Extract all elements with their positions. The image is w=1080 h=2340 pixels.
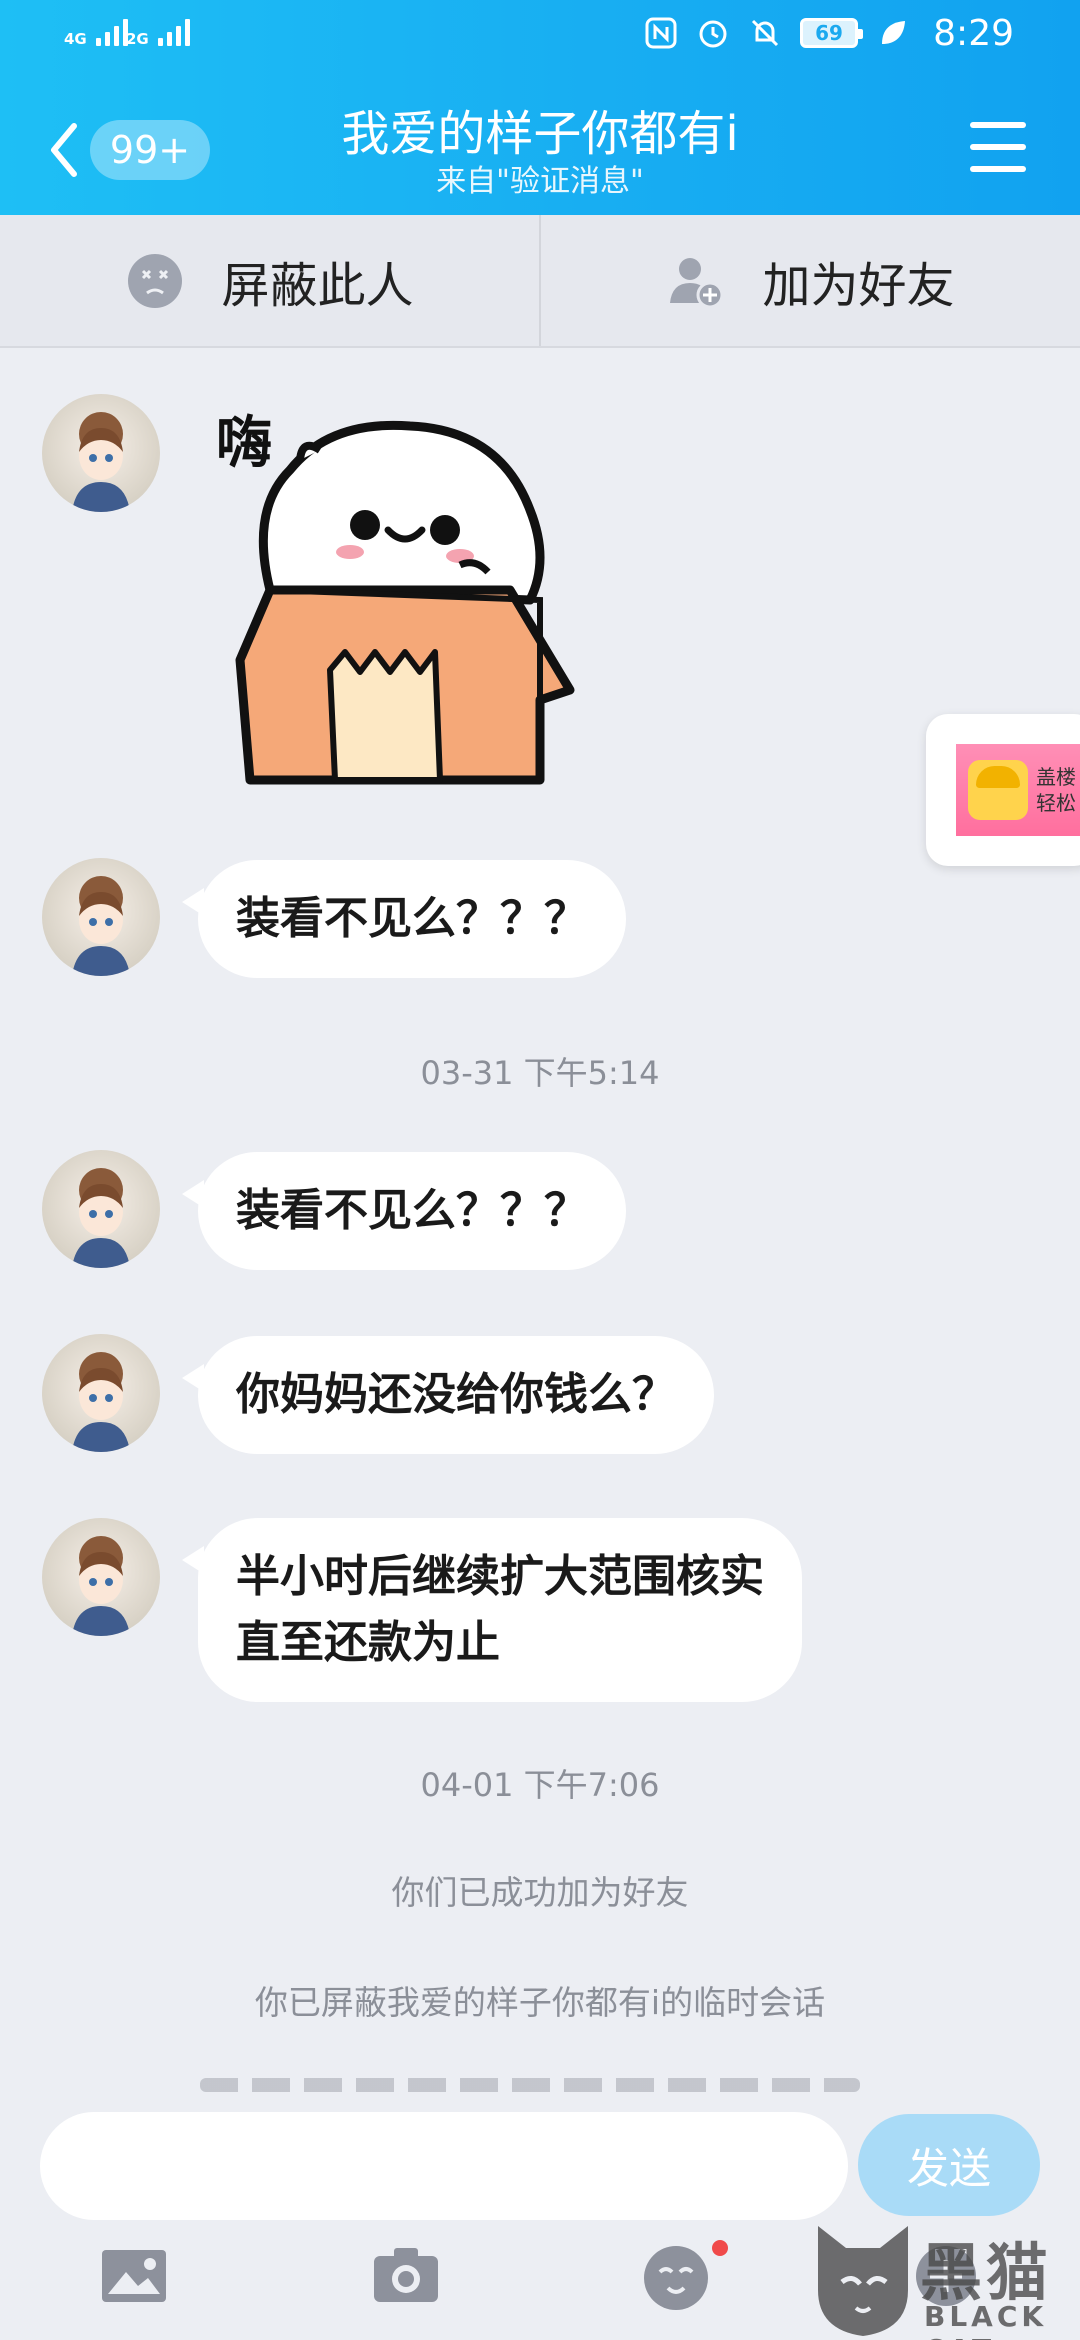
chat-subtitle: 来自"验证消息" [436,164,644,199]
watermark: 黑猫 BLACK CAT [808,2218,1080,2340]
image-icon[interactable] [98,2240,170,2312]
chat-header: 4G 2G 69 8:29 99+ 我爱的样子你都有i 来自"验证消息" [0,0,1080,215]
stranger-action-bar: 屏蔽此人 加为好友 [0,215,1080,348]
sender-avatar[interactable] [42,394,160,512]
sticker-caption: 嗨 [216,410,272,476]
message-input[interactable] [40,2112,848,2220]
sim2-label: 2G [126,30,149,48]
block-face-icon [128,253,183,308]
menu-icon [970,122,1026,128]
notification-dot [712,2240,728,2256]
camera-icon[interactable] [370,2240,442,2312]
chat-title: 我爱的样子你都有i [341,106,739,162]
black-cat-logo-icon [818,2226,908,2336]
add-friend-label: 加为好友 [762,257,955,314]
sender-avatar[interactable] [42,1150,160,1268]
avatar-girl-icon [72,1536,130,1636]
ad-line2: 轻松 [1036,791,1076,815]
system-message: 你已屏蔽我爱的样子你都有i的临时会话 [254,1983,826,2022]
add-friend-icon [670,257,724,308]
mute-bell-icon [748,16,782,50]
sender-avatar[interactable] [42,1334,160,1452]
avatar-girl-icon [72,1352,130,1452]
message-bubble[interactable]: 装看不见么？？？ [182,860,626,978]
menu-button[interactable] [970,122,1026,172]
clock: 8:29 [933,13,1014,54]
message-line: 直至还款为止 [236,1617,500,1668]
watermark-brand: 黑猫 [920,2236,1053,2309]
nfc-icon [644,16,678,50]
ad-line1: 盖楼 [1036,765,1076,789]
sticker-message[interactable]: 嗨 [210,390,590,790]
alarm-icon [696,16,730,50]
sender-avatar[interactable] [42,1518,160,1636]
signal-bars-icon [95,18,128,46]
ad-text: 盖楼 轻松 [1036,764,1076,816]
send-button[interactable]: 发送 [858,2114,1040,2216]
sim1-signal: 4G [64,18,128,48]
ad-banner[interactable]: 盖楼 轻松 [956,744,1080,836]
avatar-girl-icon [72,1168,130,1268]
sender-avatar[interactable] [42,858,160,976]
signal-bars-icon [157,18,190,46]
avatar-girl-icon [72,412,130,512]
partially-hidden-message [200,2078,860,2092]
battery-icon: 69 [800,18,863,48]
message-timestamp: 03-31 下午5:14 [420,1054,660,1092]
leaf-icon [876,16,910,50]
sim2-signal: 2G [126,18,190,48]
message-bubble[interactable]: 半小时后继续扩大范围核实 直至还款为止 [182,1518,802,1702]
message-line: 半小时后继续扩大范围核实 [236,1551,764,1602]
status-icons: 69 [644,16,910,50]
block-user-label: 屏蔽此人 [221,257,414,314]
floating-ad[interactable]: 盖楼 轻松 [926,714,1080,866]
message-timestamp: 04-01 下午7:06 [420,1766,660,1804]
message-bubble[interactable]: 装看不见么？？？ [182,1152,626,1270]
message-bubble[interactable]: 你妈妈还没给你钱么？ [182,1336,714,1454]
avatar-girl-icon [72,876,130,976]
sim1-label: 4G [64,30,87,48]
add-friend-button[interactable]: 加为好友 [539,215,1080,346]
watermark-sub: BLACK CAT [924,2300,1048,2340]
emoji-icon[interactable] [640,2240,712,2312]
system-message: 你们已成功加为好友 [391,1873,689,1912]
status-bar: 4G 2G 69 8:29 [0,0,1080,72]
block-user-button[interactable]: 屏蔽此人 [0,215,539,346]
ad-character-icon [968,760,1028,820]
